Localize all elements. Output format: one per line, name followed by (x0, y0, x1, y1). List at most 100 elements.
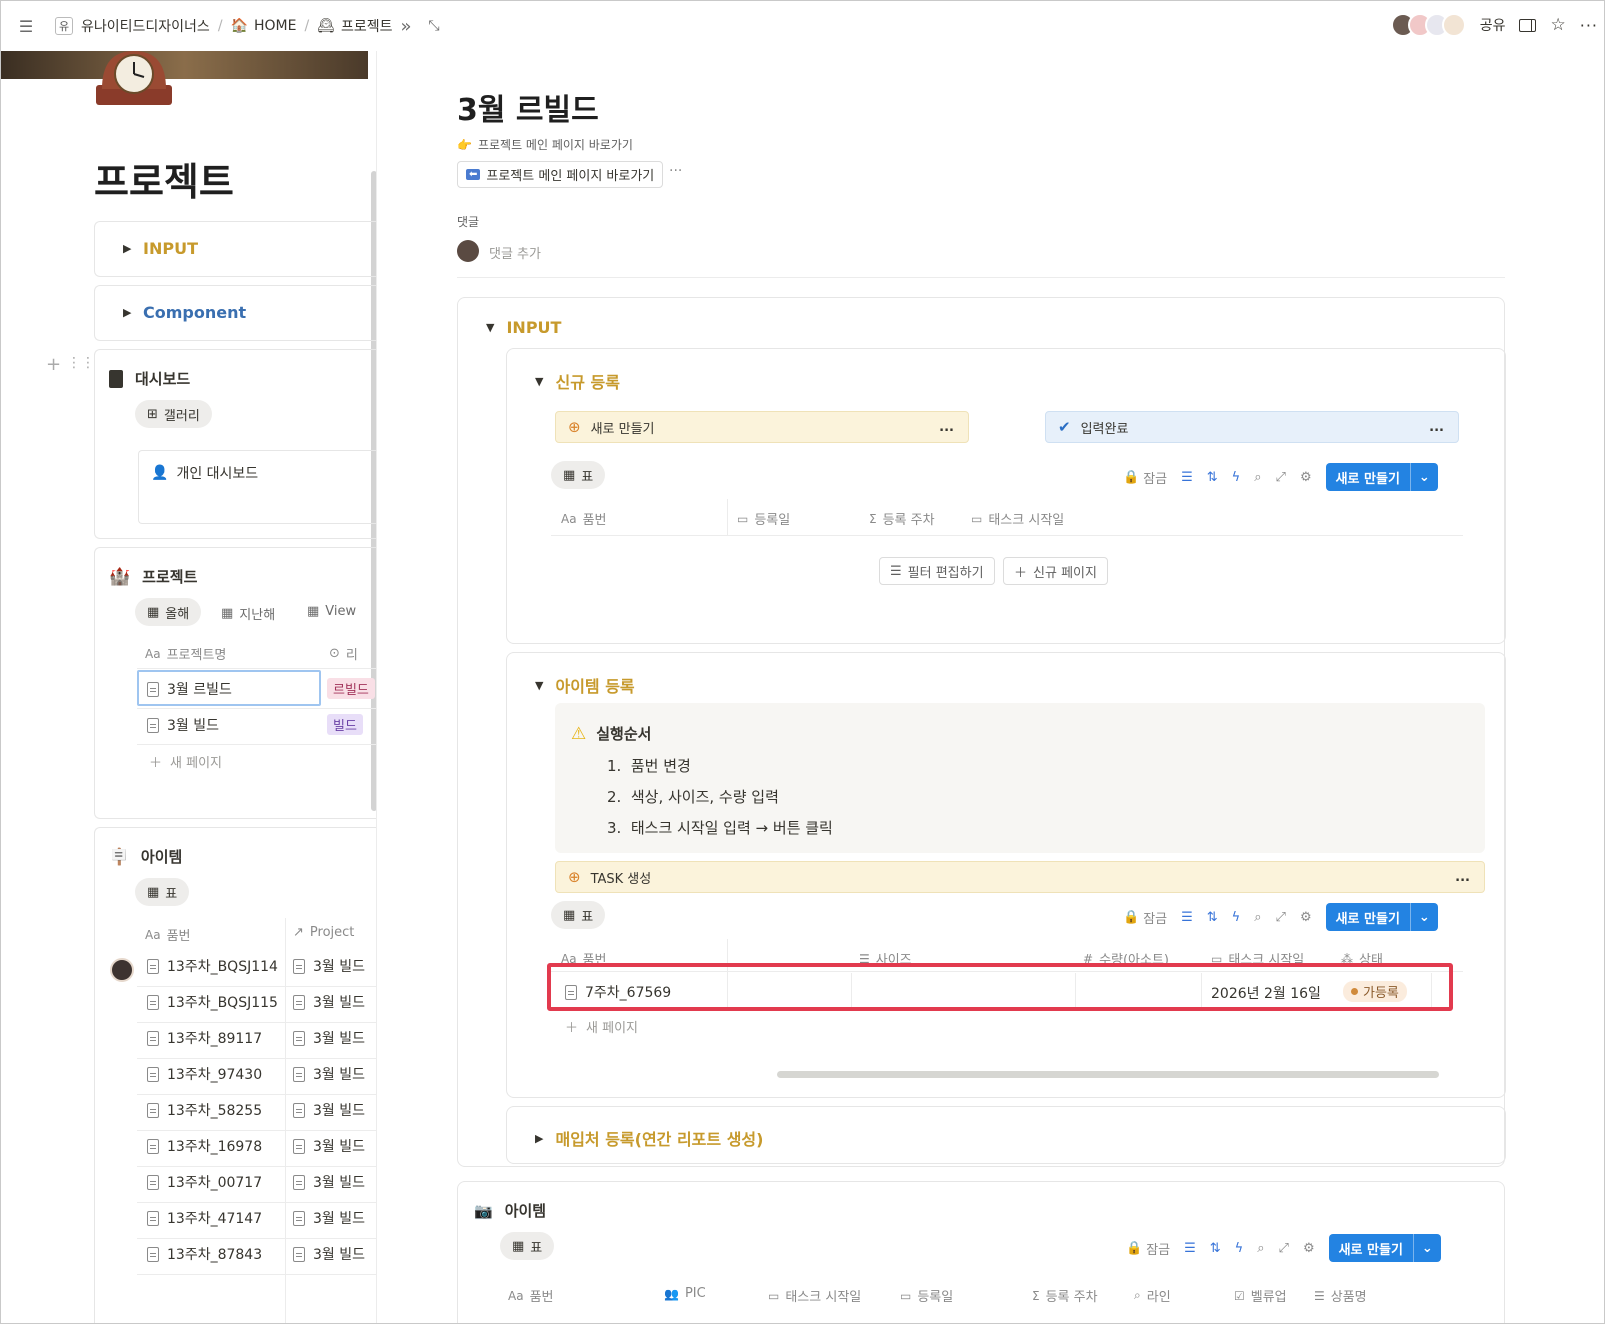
item-project[interactable]: 3월 빌드 (293, 1244, 365, 1264)
sort-icon[interactable]: ⇅ (1210, 1241, 1221, 1256)
new-page-row[interactable]: ＋ 새 페이지 (565, 1017, 638, 1036)
tab-this-year[interactable]: ▦ 올해 (135, 598, 202, 626)
dashboard-heading[interactable]: 대시보드 (109, 368, 190, 389)
column-header[interactable]: ▭ 태스크 시작일 (768, 1286, 861, 1306)
double-chevron-right-icon[interactable]: » (395, 15, 417, 37)
column-header[interactable]: Aa 품번 (508, 1286, 553, 1306)
lock-button[interactable]: 🔒 잠금 (1123, 908, 1167, 927)
star-icon[interactable]: ☆ (1550, 15, 1565, 35)
column-header[interactable]: Σ 등록 주차 (869, 509, 935, 529)
more-icon[interactable]: ... (1455, 870, 1470, 885)
table-row[interactable]: 13주차_47147 (147, 1208, 262, 1228)
table-row[interactable]: 13주차_89117 (147, 1028, 262, 1048)
item-project[interactable]: 3월 빌드 (293, 1028, 365, 1048)
sort-icon[interactable]: ⇅ (1207, 470, 1218, 485)
settings-icon[interactable]: ⚙ (1300, 470, 1312, 485)
sort-icon[interactable]: ⇅ (1207, 910, 1218, 925)
settings-icon[interactable]: ⚙ (1300, 910, 1312, 925)
add-block-icon[interactable]: + (46, 354, 61, 375)
item-project[interactable]: 3월 빌드 (293, 992, 365, 1012)
search-icon[interactable]: ⌕ (1254, 910, 1261, 925)
table-row[interactable]: 13주차_00717 (147, 1172, 262, 1192)
item-project[interactable]: 3월 빌드 (293, 1172, 365, 1192)
expand-icon[interactable]: ⤢ (1276, 910, 1286, 925)
chevron-down-icon[interactable]: ⌄ (1411, 910, 1438, 925)
column-header-project[interactable]: ↗ Project (293, 925, 354, 940)
tab-table[interactable]: ▦ 표 (551, 461, 606, 489)
breadcrumb-home[interactable]: HOME (254, 18, 296, 34)
new-create-button-block[interactable]: ⊕ 새로 만들기 ... (555, 411, 969, 443)
item-reg-toggle[interactable]: ▼ 아이템 등록 (535, 673, 635, 697)
share-button[interactable]: 공유 (1480, 15, 1506, 35)
menu-icon[interactable]: ☰ (15, 15, 37, 37)
more-icon[interactable]: ··· (669, 163, 682, 179)
tab-table[interactable]: ▦ 표 (135, 878, 190, 906)
items-heading[interactable]: 🪧 아이템 (109, 846, 182, 867)
gallery-card[interactable]: 👤 개인 대시보드 (138, 450, 376, 524)
column-header-name[interactable]: Aa 품번 (145, 925, 190, 945)
settings-icon[interactable]: ⚙ (1303, 1241, 1315, 1256)
filter-icon[interactable]: ☰ (1184, 1241, 1196, 1256)
item-project[interactable]: 3월 빌드 (293, 1064, 365, 1084)
breadcrumb-workspace[interactable]: 유나이티드디자이너스 (81, 16, 210, 36)
item-project[interactable]: 3월 빌드 (293, 1208, 365, 1228)
expand-icon[interactable]: ⤢ (1276, 470, 1286, 485)
main-page-link-button[interactable]: ⬅ 프로젝트 메인 페이지 바로가기 (457, 161, 664, 188)
column-header[interactable]: ▭ 태스크 시작일 (971, 509, 1064, 529)
lock-button[interactable]: 🔒 잠금 (1123, 468, 1167, 487)
new-button[interactable]: 새로 만들기 ⌄ (1325, 463, 1438, 491)
toggle-input-box[interactable]: ▶ INPUT (94, 221, 376, 277)
panel-icon[interactable] (1519, 18, 1537, 32)
tab-last-year[interactable]: ▦ 지난해 (221, 604, 275, 623)
table-row[interactable]: 13주차_87843 (147, 1244, 262, 1264)
tab-gallery[interactable]: ⊞ 갤러리 (135, 400, 212, 428)
task-create-button-block[interactable]: ⊕ TASK 생성 ... (555, 861, 1485, 893)
table-row[interactable]: 13주차_58255 (147, 1100, 262, 1120)
input-section-toggle[interactable]: ▼ INPUT (486, 318, 561, 337)
toggle-component-box[interactable]: ▶ Component (94, 285, 376, 341)
chevron-down-icon[interactable]: ⌄ (1411, 470, 1438, 485)
lightning-icon[interactable]: ϟ (1235, 1241, 1244, 1256)
column-header[interactable]: 👥 PIC (664, 1286, 706, 1301)
search-icon[interactable]: ⌕ (1254, 470, 1261, 485)
table-row[interactable]: 3월 르빌드 (147, 679, 232, 699)
tab-view[interactable]: ▦ View (307, 604, 356, 619)
column-header[interactable]: ☰ 상품명 (1314, 1286, 1367, 1306)
more-icon[interactable]: ... (1429, 420, 1444, 435)
expand-icon[interactable]: ⤢ (1279, 1241, 1289, 1256)
lightning-icon[interactable]: ϟ (1232, 910, 1241, 925)
purchase-toggle[interactable]: ▶ 매입처 등록(연간 리포트 생성) (535, 1126, 763, 1150)
breadcrumb-project[interactable]: 프로젝트 (341, 16, 393, 36)
new-page-row[interactable]: ＋ 새 페이지 (149, 752, 222, 771)
column-header[interactable]: ▭ 등록일 (900, 1286, 953, 1306)
column-header[interactable]: ⌕ 라인 (1134, 1286, 1171, 1305)
search-icon[interactable]: ⌕ (1257, 1241, 1264, 1256)
column-header[interactable]: ▭ 등록일 (737, 509, 790, 529)
table-row[interactable]: 13주차_BQSJ115 (147, 992, 278, 1012)
table-row[interactable]: 3월 빌드 (147, 715, 219, 735)
add-comment-input[interactable]: 댓글 추가 (489, 243, 541, 262)
more-icon[interactable]: ... (939, 420, 954, 435)
item-project[interactable]: 3월 빌드 (293, 1100, 365, 1120)
drag-handle-icon[interactable]: ⋮⋮ (67, 355, 95, 371)
new-reg-toggle[interactable]: ▼ 신규 등록 (535, 369, 620, 393)
items-heading[interactable]: 📷 아이템 (474, 1200, 546, 1221)
column-header[interactable]: Aa 품번 (561, 509, 606, 529)
chevron-down-icon[interactable]: ⌄ (1414, 1241, 1441, 1256)
input-done-button-block[interactable]: ✔ 입력완료 ... (1045, 411, 1459, 443)
tab-table[interactable]: ▦ 표 (551, 901, 606, 929)
item-project[interactable]: 3월 빌드 (293, 1136, 365, 1156)
filter-icon[interactable]: ☰ (1181, 470, 1193, 485)
new-button[interactable]: 새로 만들기 ⌄ (1328, 1234, 1441, 1262)
projects-heading[interactable]: 🏰 프로젝트 (109, 566, 197, 587)
lock-button[interactable]: 🔒 잠금 (1126, 1239, 1170, 1258)
lightning-icon[interactable]: ϟ (1232, 470, 1241, 485)
table-row[interactable]: 13주차_97430 (147, 1064, 262, 1084)
horizontal-scrollbar[interactable] (777, 1071, 1439, 1078)
more-icon[interactable]: ··· (1580, 16, 1598, 35)
column-header-status[interactable]: ⊙ 리 (329, 644, 358, 663)
table-row[interactable]: 13주차_16978 (147, 1136, 262, 1156)
expand-icon[interactable]: ⤡ (423, 15, 445, 37)
column-header[interactable]: ☑ 벨류업 (1234, 1286, 1287, 1306)
edit-filter-button[interactable]: ☰ 필터 편집하기 (879, 557, 995, 585)
